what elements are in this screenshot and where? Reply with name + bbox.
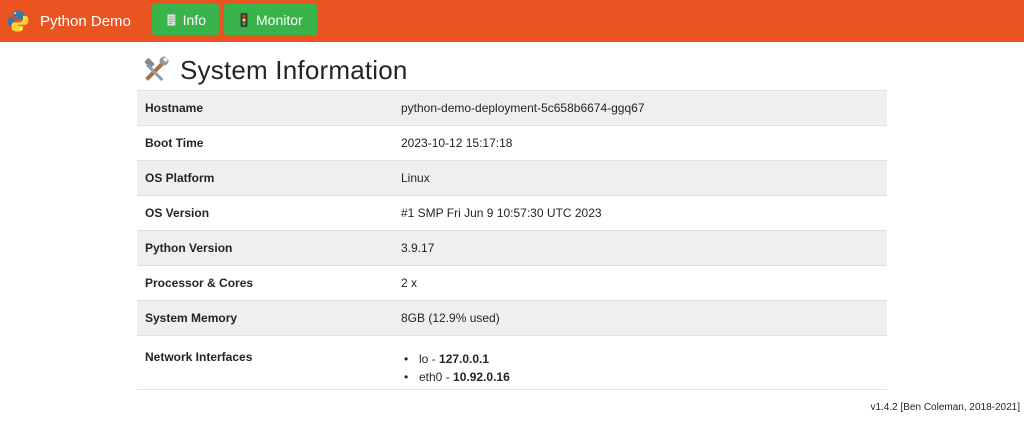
- row-key: Processor & Cores: [137, 265, 393, 301]
- row-key: System Memory: [137, 300, 393, 336]
- row-value: 2023-10-12 15:17:18: [393, 125, 887, 161]
- traffic-light-icon: [240, 12, 248, 27]
- brand-name: Python Demo: [40, 12, 131, 30]
- interface-ip: 127.0.0.1: [439, 352, 490, 366]
- row-value: lo - 127.0.0.1 eth0 - 10.92.0.16: [393, 335, 887, 390]
- page-title: System Information: [180, 54, 408, 85]
- interface-ip: 10.92.0.16: [453, 370, 510, 384]
- info-button-label: Info: [182, 11, 206, 28]
- info-button[interactable]: Info: [152, 4, 219, 35]
- table-row: OS Version #1 SMP Fri Jun 9 10:57:30 UTC…: [137, 195, 887, 231]
- table-row: Processor & Cores 2 x: [137, 265, 887, 301]
- table-row: Hostname python-demo-deployment-5c658b66…: [137, 90, 887, 126]
- table-row: System Memory 8GB (12.9% used): [137, 300, 887, 336]
- navbar: Python Demo Info Monitor: [0, 0, 1024, 42]
- interface-name: eth0: [419, 370, 443, 384]
- interface-separator: -: [442, 370, 454, 384]
- row-value: 2 x: [393, 265, 887, 301]
- row-value: python-demo-deployment-5c658b6674-ggq67: [393, 90, 887, 126]
- page-header: System Information: [140, 52, 408, 88]
- row-value: #1 SMP Fri Jun 9 10:57:30 UTC 2023: [393, 195, 887, 231]
- table-row: Python Version 3.9.17: [137, 230, 887, 266]
- document-icon: [167, 13, 176, 26]
- tools-icon: [144, 56, 169, 81]
- row-key: Network Interfaces: [137, 335, 393, 390]
- python-logo-icon: [7, 10, 29, 32]
- row-key: OS Platform: [137, 160, 393, 196]
- footer-version: v1.4.2 [Ben Coleman, 2018-2021]: [870, 402, 1020, 413]
- row-value: 8GB (12.9% used): [393, 300, 887, 336]
- list-item: lo - 127.0.0.1: [401, 350, 887, 368]
- table-row-network: Network Interfaces lo - 127.0.0.1 eth0 -…: [137, 335, 887, 390]
- row-value: 3.9.17: [393, 230, 887, 266]
- row-key: OS Version: [137, 195, 393, 231]
- table-row: Boot Time 2023-10-12 15:17:18: [137, 125, 887, 161]
- row-key: Boot Time: [137, 125, 393, 161]
- monitor-button[interactable]: Monitor: [224, 4, 317, 35]
- table-row: OS Platform Linux: [137, 160, 887, 196]
- network-interface-list: lo - 127.0.0.1 eth0 - 10.92.0.16: [401, 350, 887, 386]
- system-info-table: Hostname python-demo-deployment-5c658b66…: [137, 90, 887, 390]
- interface-separator: -: [428, 352, 440, 366]
- row-value: Linux: [393, 160, 887, 196]
- row-key: Hostname: [137, 90, 393, 126]
- row-key: Python Version: [137, 230, 393, 266]
- interface-name: lo: [419, 352, 429, 366]
- list-item: eth0 - 10.92.0.16: [401, 368, 887, 386]
- monitor-button-label: Monitor: [256, 11, 303, 28]
- brand-link[interactable]: Python Demo: [6, 0, 131, 42]
